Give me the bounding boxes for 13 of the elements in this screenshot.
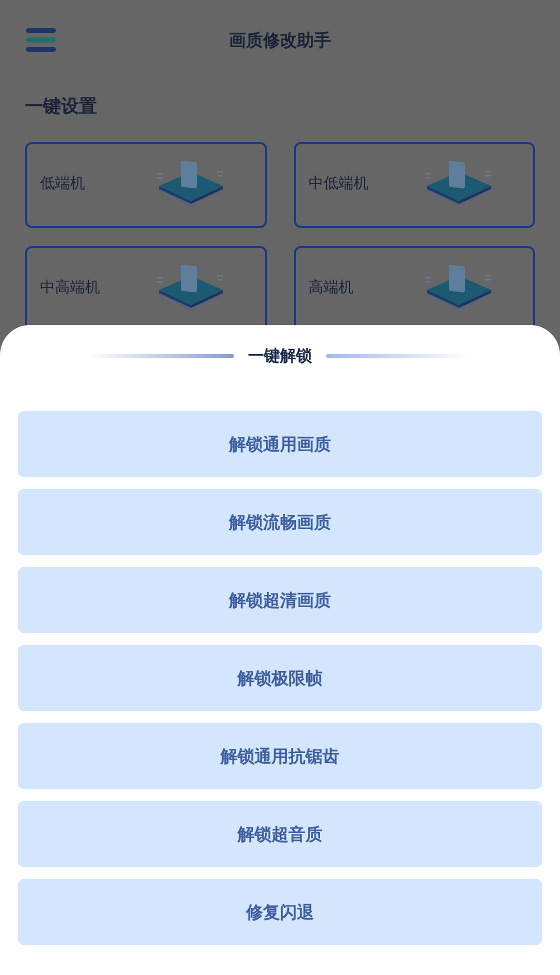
unlock-button[interactable]: 解锁通用画质 <box>18 411 542 477</box>
unlock-button[interactable]: 解锁流畅画质 <box>18 489 542 555</box>
unlock-button[interactable]: 修复闪退 <box>18 879 542 945</box>
sheet-title: 一键解锁 <box>248 346 312 366</box>
preset-card[interactable]: 低端机 <box>25 142 266 228</box>
preset-card[interactable]: 中低端机 <box>294 142 535 228</box>
unlock-button[interactable]: 解锁超清画质 <box>18 567 542 633</box>
menu-icon[interactable] <box>24 26 58 54</box>
unlock-button[interactable]: 解锁通用抗锯齿 <box>18 723 542 789</box>
unlock-button[interactable]: 解锁极限帧 <box>18 645 542 711</box>
section-title: 一键设置 <box>25 95 97 118</box>
unlock-button[interactable]: 解锁超音质 <box>18 801 542 867</box>
app-title: 画质修改助手 <box>229 30 331 50</box>
